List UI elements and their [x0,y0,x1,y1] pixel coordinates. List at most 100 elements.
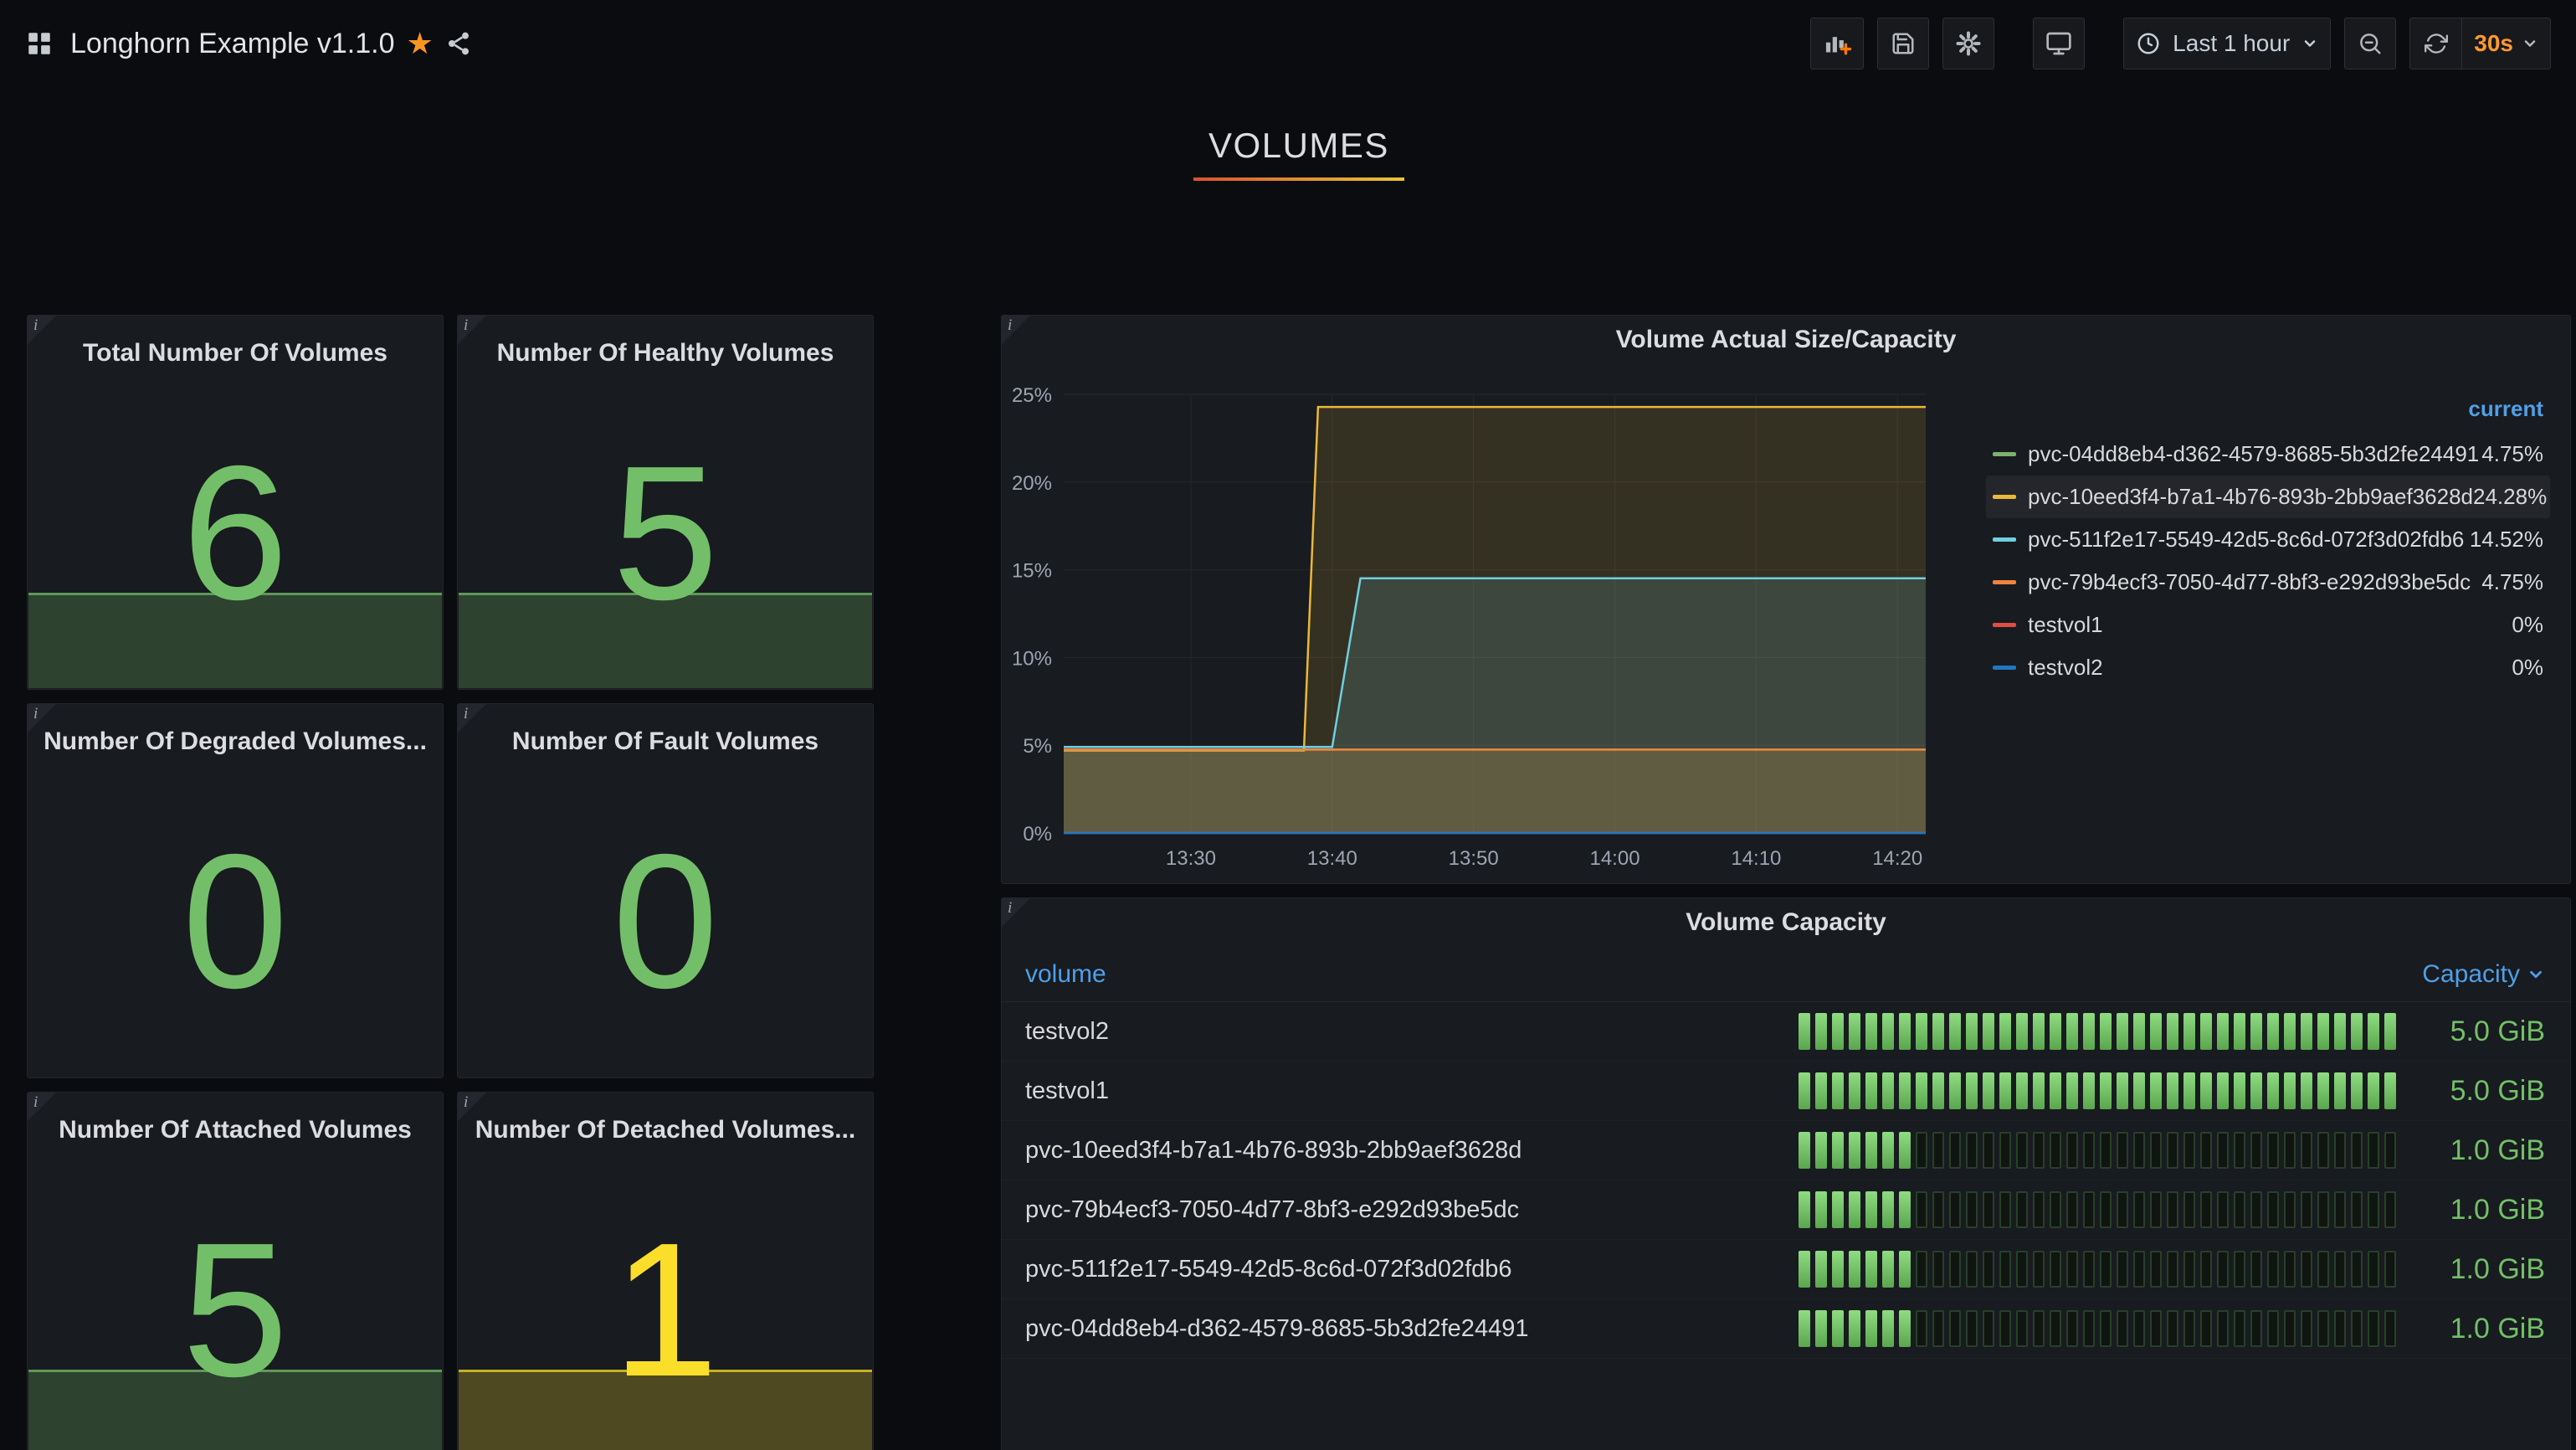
table-row: pvc-04dd8eb4-d362-4579-8685-5b3d2fe24491… [1002,1299,2570,1359]
chart-legend: currentpvc-04dd8eb4-d362-4579-8685-5b3d2… [1986,396,2550,689]
legend-series-current: 0% [2512,655,2543,681]
volume-name-cell: testvol2 [1025,1018,1799,1046]
zoom-out-button[interactable] [2344,18,2396,69]
stat-panel-title[interactable]: Number Of Detached Volumes... [458,1106,873,1154]
stat-panel-title[interactable]: Number Of Attached Volumes [28,1106,443,1154]
capacity-table-body: testvol25.0 GiBtestvol15.0 GiBpvc-10eed3… [1002,1002,2570,1359]
stat-value: 1 [458,1154,873,1450]
stat-value: 0 [28,766,443,1077]
volume-name-cell: pvc-79b4ecf3-7050-4d77-8bf3-e292d93be5dc [1025,1196,1799,1224]
refresh-interval-value: 30s [2474,30,2513,57]
panel-info-icon[interactable]: i [28,1093,56,1121]
stat-value: 0 [458,766,873,1077]
save-icon [1891,31,1916,56]
capacity-value-cell: 1.0 GiB [2396,1194,2545,1226]
legend-series-name[interactable]: pvc-511f2e17-5549-42d5-8c6d-072f3d02fdb6 [2028,527,2464,553]
legend-series-current: 4.75% [2481,441,2543,467]
series-color-dash-icon [1993,623,2016,627]
stat-panel-title[interactable]: Number Of Degraded Volumes... [28,717,443,766]
legend-series-current: 4.75% [2481,569,2543,595]
zoom-out-icon [2358,31,2383,56]
timeseries-plot[interactable]: 0%5%10%15%20%25%13:3013:4013:5014:0014:1… [1002,362,1947,882]
stat-panel-4: iNumber Of Attached Volumes5 [27,1092,444,1450]
chevron-down-icon [2301,35,2318,52]
apps-grid-icon[interactable] [25,29,54,58]
capacity-bar-gauge [1799,1191,2396,1228]
star-icon[interactable]: ★ [406,28,433,59]
legend-series-current: 14.52% [2470,527,2543,553]
add-panel-button[interactable] [1810,18,1864,69]
stat-value: 5 [28,1154,443,1450]
legend-header-current[interactable]: current [1986,396,2550,433]
svg-text:14:20: 14:20 [1872,847,1922,870]
capacity-bar-gauge [1799,1013,2396,1050]
series-color-dash-icon [1993,666,2016,670]
share-icon[interactable] [445,30,472,57]
table-row: pvc-10eed3f4-b7a1-4b76-893b-2bb9aef3628d… [1002,1121,2570,1180]
series-color-dash-icon [1993,452,2016,456]
svg-text:0%: 0% [1023,823,1052,846]
legend-series-name[interactable]: testvol2 [2028,655,2103,681]
legend-series-name[interactable]: pvc-79b4ecf3-7050-4d77-8bf3-e292d93be5dc [2028,569,2471,595]
page-title: VOLUMES [27,126,2571,166]
svg-text:15%: 15% [1012,560,1052,583]
volume-name-cell: testvol1 [1025,1077,1799,1105]
dashboard-title[interactable]: Longhorn Example v1.1.0 [70,28,394,60]
column-header-capacity[interactable]: Capacity [2422,960,2545,989]
legend-row: pvc-04dd8eb4-d362-4579-8685-5b3d2fe24491… [1986,433,2550,476]
stat-panel-title[interactable]: Total Number Of Volumes [28,329,443,378]
stat-value: 5 [458,378,873,689]
svg-text:20%: 20% [1012,472,1052,495]
volume-name-cell: pvc-04dd8eb4-d362-4579-8685-5b3d2fe24491 [1025,1315,1799,1343]
panel-info-icon[interactable]: i [458,1093,486,1121]
column-header-volume[interactable]: volume [1025,960,1106,989]
capacity-table-panel: i Volume Capacity volume Capacity testvo… [1001,897,2571,1450]
volume-name-cell: pvc-511f2e17-5549-42d5-8c6d-072f3d02fdb6 [1025,1256,1799,1283]
panel-info-icon[interactable]: i [28,704,56,733]
dashboard-heading: VOLUMES [27,126,2571,181]
settings-gear-icon [1955,30,1982,57]
refresh-button[interactable] [2409,18,2461,69]
capacity-bar-gauge [1799,1251,2396,1288]
legend-row: pvc-10eed3f4-b7a1-4b76-893b-2bb9aef3628d… [1986,476,2550,518]
stat-panel-5: iNumber Of Detached Volumes...1 [457,1092,874,1450]
time-range-picker[interactable]: Last 1 hour [2123,18,2331,69]
legend-row: pvc-79b4ecf3-7050-4d77-8bf3-e292d93be5dc… [1986,561,2550,604]
save-dashboard-button[interactable] [1877,18,1929,69]
clock-icon [2136,31,2161,56]
panel-info-icon[interactable]: i [1002,898,1030,927]
table-row: pvc-79b4ecf3-7050-4d77-8bf3-e292d93be5dc… [1002,1180,2570,1240]
series-color-dash-icon [1993,495,2016,499]
refresh-icon [2425,32,2448,55]
capacity-value-cell: 1.0 GiB [2396,1253,2545,1286]
stat-panel-title[interactable]: Number Of Fault Volumes [458,717,873,766]
svg-text:14:00: 14:00 [1589,847,1640,870]
svg-text:5%: 5% [1023,735,1052,758]
stats-grid: iTotal Number Of Volumes6iNumber Of Heal… [27,315,874,1450]
legend-row: testvol10% [1986,604,2550,646]
svg-text:10%: 10% [1012,647,1052,670]
panel-info-icon[interactable]: i [458,316,486,344]
series-color-dash-icon [1993,580,2016,584]
capacity-bar-gauge [1799,1310,2396,1347]
table-panel-title[interactable]: Volume Capacity [1002,898,2570,947]
legend-series-current: 24.28% [2473,484,2547,510]
svg-text:13:40: 13:40 [1307,847,1357,870]
time-range-label: Last 1 hour [2173,30,2290,57]
panel-info-icon[interactable]: i [1002,316,1030,344]
dashboard-settings-button[interactable] [1942,18,1994,69]
legend-series-name[interactable]: testvol1 [2028,612,2103,638]
table-header: volume Capacity [1002,947,2570,1002]
sort-chevron-icon [2527,965,2545,984]
cycle-view-button[interactable] [2033,18,2085,69]
refresh-interval-picker[interactable]: 30s [2461,18,2551,69]
legend-series-name[interactable]: pvc-04dd8eb4-d362-4579-8685-5b3d2fe24491 [2028,441,2479,467]
legend-series-name[interactable]: pvc-10eed3f4-b7a1-4b76-893b-2bb9aef3628d [2028,484,2473,510]
cycle-view-icon [2045,30,2072,57]
svg-text:25%: 25% [1012,384,1052,407]
stat-panel-2: iNumber Of Degraded Volumes...0 [27,703,444,1078]
chart-panel-title[interactable]: Volume Actual Size/Capacity [1002,316,2570,364]
panel-info-icon[interactable]: i [458,704,486,733]
stat-panel-title[interactable]: Number Of Healthy Volumes [458,329,873,378]
panel-info-icon[interactable]: i [28,316,56,344]
